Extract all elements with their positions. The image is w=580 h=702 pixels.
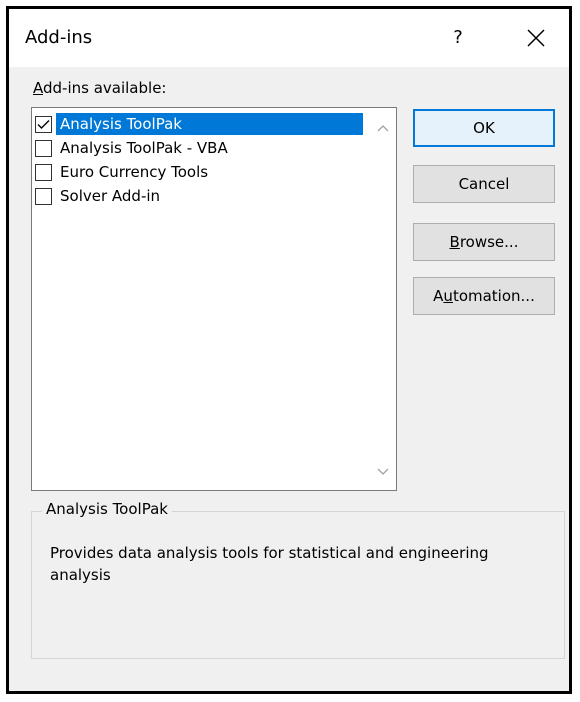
addin-checkbox[interactable] — [35, 115, 52, 133]
list-item[interactable]: Analysis ToolPak - VBA — [35, 136, 363, 160]
close-icon — [527, 29, 545, 47]
add-ins-dialog: Add-ins ? Add-ins available: Analysis To… — [6, 6, 572, 694]
addin-label: Euro Currency Tools — [60, 163, 209, 181]
automation-button[interactable]: Au tomation... — [413, 277, 555, 315]
add-ins-listbox[interactable]: Analysis ToolPak Analysis ToolPak - VBA Eu… — [31, 107, 397, 491]
list-item[interactable]: Solver Add-in — [35, 184, 363, 208]
help-button[interactable]: ? — [443, 23, 473, 53]
title-bar: Add-ins ? — [9, 9, 569, 67]
addin-label: Analysis ToolPak - VBA — [60, 139, 228, 157]
list-item[interactable]: Euro Currency Tools — [35, 160, 363, 184]
cancel-button[interactable]: Cancel — [413, 165, 555, 203]
list-item[interactable]: Analysis ToolPak — [35, 112, 363, 136]
accelerator-char: A — [33, 79, 43, 97]
addin-checkbox[interactable] — [35, 139, 52, 157]
addin-label: Solver Add-in — [60, 187, 161, 205]
vertical-scrollbar[interactable] — [370, 108, 396, 490]
chevron-up-icon — [377, 125, 389, 132]
add-ins-available-label: Add-ins available: — [33, 79, 166, 97]
addin-description: Provides data analysis tools for statist… — [50, 544, 489, 584]
button-label-pre: A — [433, 287, 444, 305]
checkmark-icon — [37, 119, 50, 129]
addin-checkbox[interactable] — [35, 187, 52, 205]
scroll-down-arrow[interactable] — [370, 460, 396, 484]
addin-checkbox[interactable] — [35, 163, 52, 181]
scroll-up-arrow[interactable] — [370, 116, 396, 140]
label-rest: dd-ins available: — [43, 79, 167, 97]
close-button[interactable] — [519, 23, 553, 53]
selected-addin-title: Analysis ToolPak — [42, 500, 172, 518]
browse-button[interactable]: Browse... — [413, 223, 555, 261]
dialog-title: Add-ins — [25, 27, 93, 48]
chevron-down-icon — [377, 468, 389, 475]
add-ins-list: Analysis ToolPak Analysis ToolPak - VBA Eu… — [35, 112, 363, 208]
description-groupbox: Analysis ToolPak Provides data analysis … — [31, 500, 565, 659]
accelerator-char: B — [449, 233, 460, 251]
button-label-rest: rowse... — [459, 233, 519, 251]
addin-label: Analysis ToolPak — [56, 113, 363, 135]
ok-button[interactable]: OK — [413, 109, 555, 147]
button-label-rest: tomation... — [452, 287, 535, 305]
accelerator-char: u — [443, 287, 453, 305]
